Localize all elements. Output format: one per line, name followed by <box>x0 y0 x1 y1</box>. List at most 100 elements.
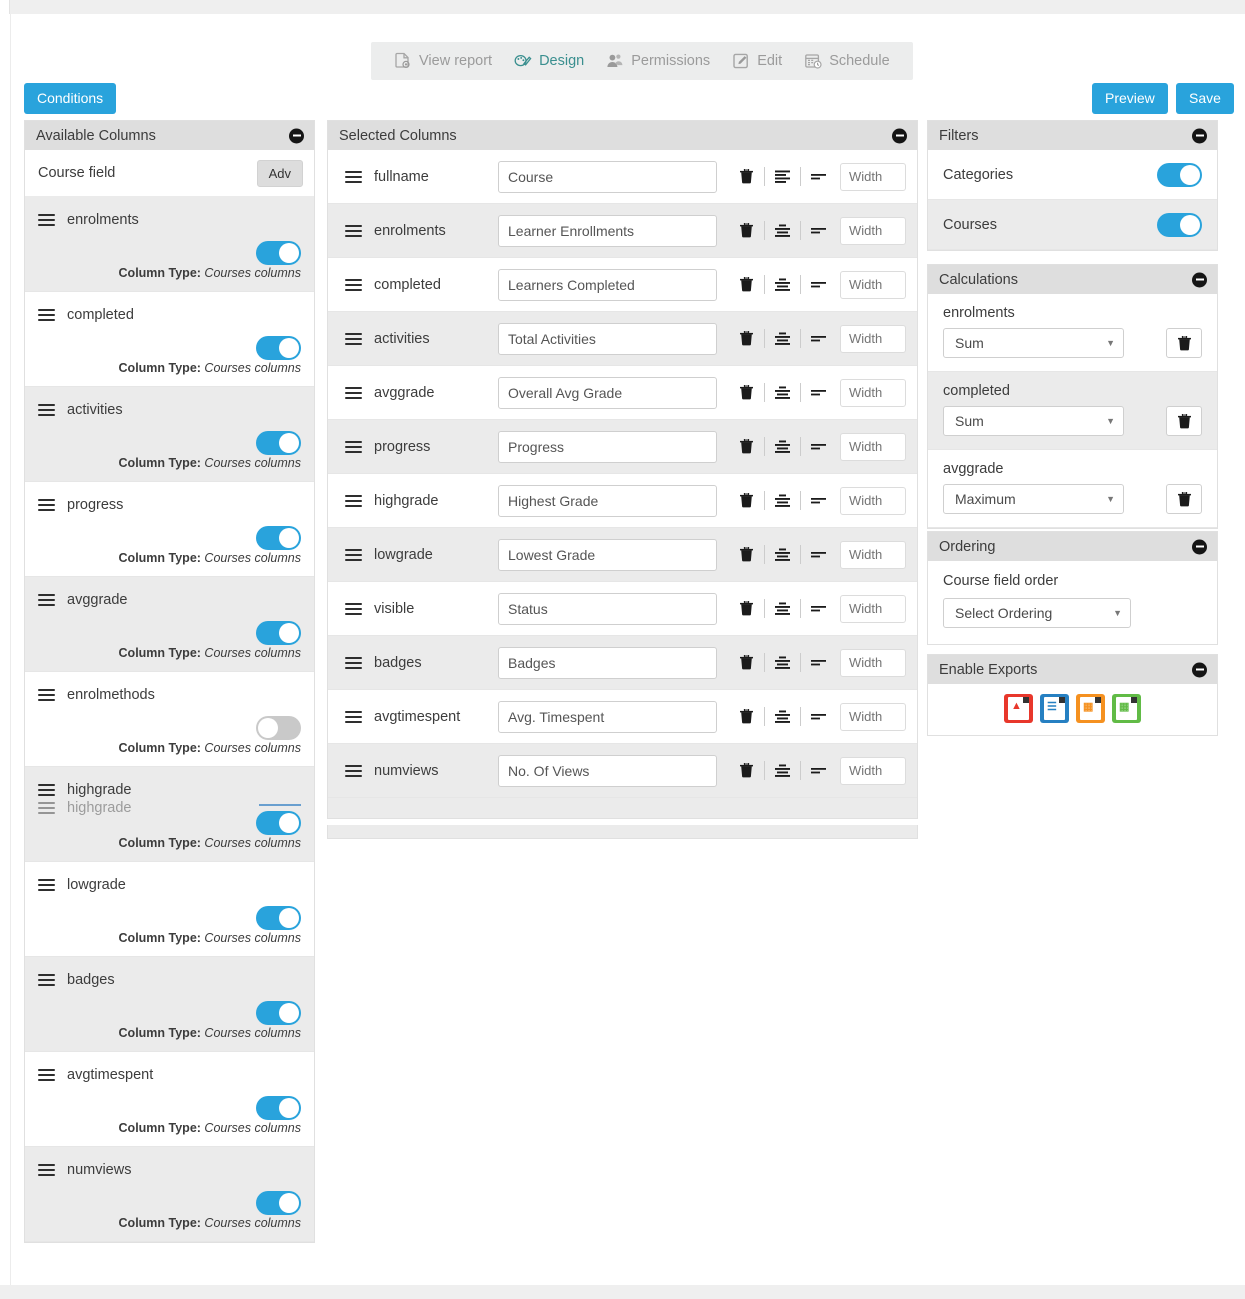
align-center-icon[interactable] <box>769 548 796 561</box>
column-width-icon[interactable] <box>805 280 832 290</box>
export-ods-icon[interactable]: ▦ ODS <box>1112 694 1141 723</box>
adv-button[interactable]: Adv <box>256 159 303 187</box>
available-column-toggle[interactable] <box>256 431 301 455</box>
export-csv-icon[interactable]: ☰ CSV <box>1040 694 1069 723</box>
tab-design[interactable]: Design <box>503 42 595 80</box>
drag-handle-icon[interactable] <box>38 591 55 609</box>
column-width-input[interactable] <box>840 486 906 515</box>
drag-handle-icon[interactable] <box>38 1066 55 1084</box>
preview-button[interactable]: Preview <box>1092 83 1168 114</box>
filter-toggle[interactable] <box>1157 212 1202 237</box>
selected-column-row-highgrade[interactable]: highgrade <box>328 474 917 528</box>
collapse-icon[interactable] <box>1192 662 1207 677</box>
column-width-input[interactable] <box>840 378 906 407</box>
tab-view-report[interactable]: View report <box>383 42 503 80</box>
column-label-input[interactable] <box>498 322 717 355</box>
column-label-input[interactable] <box>498 646 717 679</box>
drag-handle-icon[interactable] <box>345 438 362 456</box>
column-label-input[interactable] <box>498 700 717 733</box>
collapse-icon[interactable] <box>892 128 907 143</box>
available-column-item-avgtimespent[interactable]: avgtimespent Column Type: Courses columns <box>25 1052 314 1147</box>
selected-column-row-activities[interactable]: activities <box>328 312 917 366</box>
drag-handle-icon[interactable] <box>38 306 55 324</box>
drag-handle-icon[interactable] <box>345 492 362 510</box>
align-center-icon[interactable] <box>769 710 796 723</box>
save-button[interactable]: Save <box>1176 83 1234 114</box>
column-width-icon[interactable] <box>805 604 832 614</box>
column-width-input[interactable] <box>840 162 906 191</box>
selected-column-row-lowgrade[interactable]: lowgrade <box>328 528 917 582</box>
column-width-input[interactable] <box>840 324 906 353</box>
column-width-icon[interactable] <box>805 334 832 344</box>
delete-column-icon[interactable] <box>733 601 760 616</box>
column-width-icon[interactable] <box>805 442 832 452</box>
drag-handle-icon[interactable] <box>38 971 55 989</box>
drag-handle-icon[interactable] <box>38 781 55 799</box>
available-column-toggle[interactable] <box>256 526 301 550</box>
column-label-input[interactable] <box>498 592 717 625</box>
conditions-button[interactable]: Conditions <box>24 83 117 114</box>
align-center-icon[interactable] <box>769 332 796 345</box>
drag-handle-icon[interactable] <box>38 686 55 704</box>
column-width-input[interactable] <box>840 648 906 677</box>
column-width-input[interactable] <box>840 270 906 299</box>
selected-column-row-completed[interactable]: completed <box>328 258 917 312</box>
filter-row-courses[interactable]: Courses <box>928 200 1217 250</box>
column-width-input[interactable] <box>840 594 906 623</box>
column-label-input[interactable] <box>498 484 717 517</box>
align-center-icon[interactable] <box>769 386 796 399</box>
tab-schedule[interactable]: Schedule <box>793 42 900 80</box>
selected-column-row-visible[interactable]: visible <box>328 582 917 636</box>
available-column-toggle[interactable] <box>256 241 301 265</box>
column-width-input[interactable] <box>840 702 906 731</box>
column-width-input[interactable] <box>840 432 906 461</box>
available-column-toggle[interactable] <box>256 1191 301 1215</box>
delete-column-icon[interactable] <box>733 223 760 238</box>
drag-handle-icon[interactable] <box>345 330 362 348</box>
align-center-icon[interactable] <box>769 224 796 237</box>
available-column-toggle[interactable] <box>256 716 301 740</box>
delete-column-icon[interactable] <box>733 709 760 724</box>
delete-calculation-button[interactable] <box>1166 406 1202 436</box>
selected-columns-drop-zone[interactable] <box>327 825 918 839</box>
column-width-input[interactable] <box>840 540 906 569</box>
column-width-icon[interactable] <box>805 496 832 506</box>
available-column-toggle[interactable] <box>256 621 301 645</box>
delete-column-icon[interactable] <box>733 763 760 778</box>
column-width-icon[interactable] <box>805 388 832 398</box>
export-xls-icon[interactable]: ▦ XLS <box>1076 694 1105 723</box>
collapse-icon[interactable] <box>289 128 304 143</box>
collapse-icon[interactable] <box>1192 539 1207 554</box>
available-column-toggle[interactable] <box>256 1096 301 1120</box>
align-center-icon[interactable] <box>769 278 796 291</box>
align-center-icon[interactable] <box>769 494 796 507</box>
available-column-item-avggrade[interactable]: avggrade Column Type: Courses columns <box>25 577 314 672</box>
column-width-icon[interactable] <box>805 226 832 236</box>
selected-column-row-enrolments[interactable]: enrolments <box>328 204 917 258</box>
delete-calculation-button[interactable] <box>1166 328 1202 358</box>
column-label-input[interactable] <box>498 214 717 247</box>
drag-handle-icon[interactable] <box>38 799 55 817</box>
drag-handle-icon[interactable] <box>345 546 362 564</box>
align-center-icon[interactable] <box>769 440 796 453</box>
available-column-item-numviews[interactable]: numviews Column Type: Courses columns <box>25 1147 314 1242</box>
column-label-input[interactable] <box>498 160 717 193</box>
available-column-item-highgrade[interactable]: highgrade highgrade Column Type: Courses c… <box>25 767 314 862</box>
delete-column-icon[interactable] <box>733 547 760 562</box>
course-field-order-select[interactable]: Select Ordering ▼ <box>943 598 1131 628</box>
filter-row-categories[interactable]: Categories <box>928 150 1217 200</box>
drag-handle-icon[interactable] <box>345 276 362 294</box>
available-column-item-badges[interactable]: badges Column Type: Courses columns <box>25 957 314 1052</box>
delete-column-icon[interactable] <box>733 493 760 508</box>
column-width-icon[interactable] <box>805 550 832 560</box>
align-left-icon[interactable] <box>769 170 796 183</box>
delete-calculation-button[interactable] <box>1166 484 1202 514</box>
drag-handle-icon[interactable] <box>38 211 55 229</box>
column-width-input[interactable] <box>840 216 906 245</box>
drag-handle-icon[interactable] <box>345 222 362 240</box>
available-column-item-completed[interactable]: completed Column Type: Courses columns <box>25 292 314 387</box>
available-column-toggle[interactable] <box>256 811 301 835</box>
column-width-icon[interactable] <box>805 172 832 182</box>
tab-edit[interactable]: Edit <box>721 42 793 80</box>
drag-handle-icon[interactable] <box>345 168 362 186</box>
